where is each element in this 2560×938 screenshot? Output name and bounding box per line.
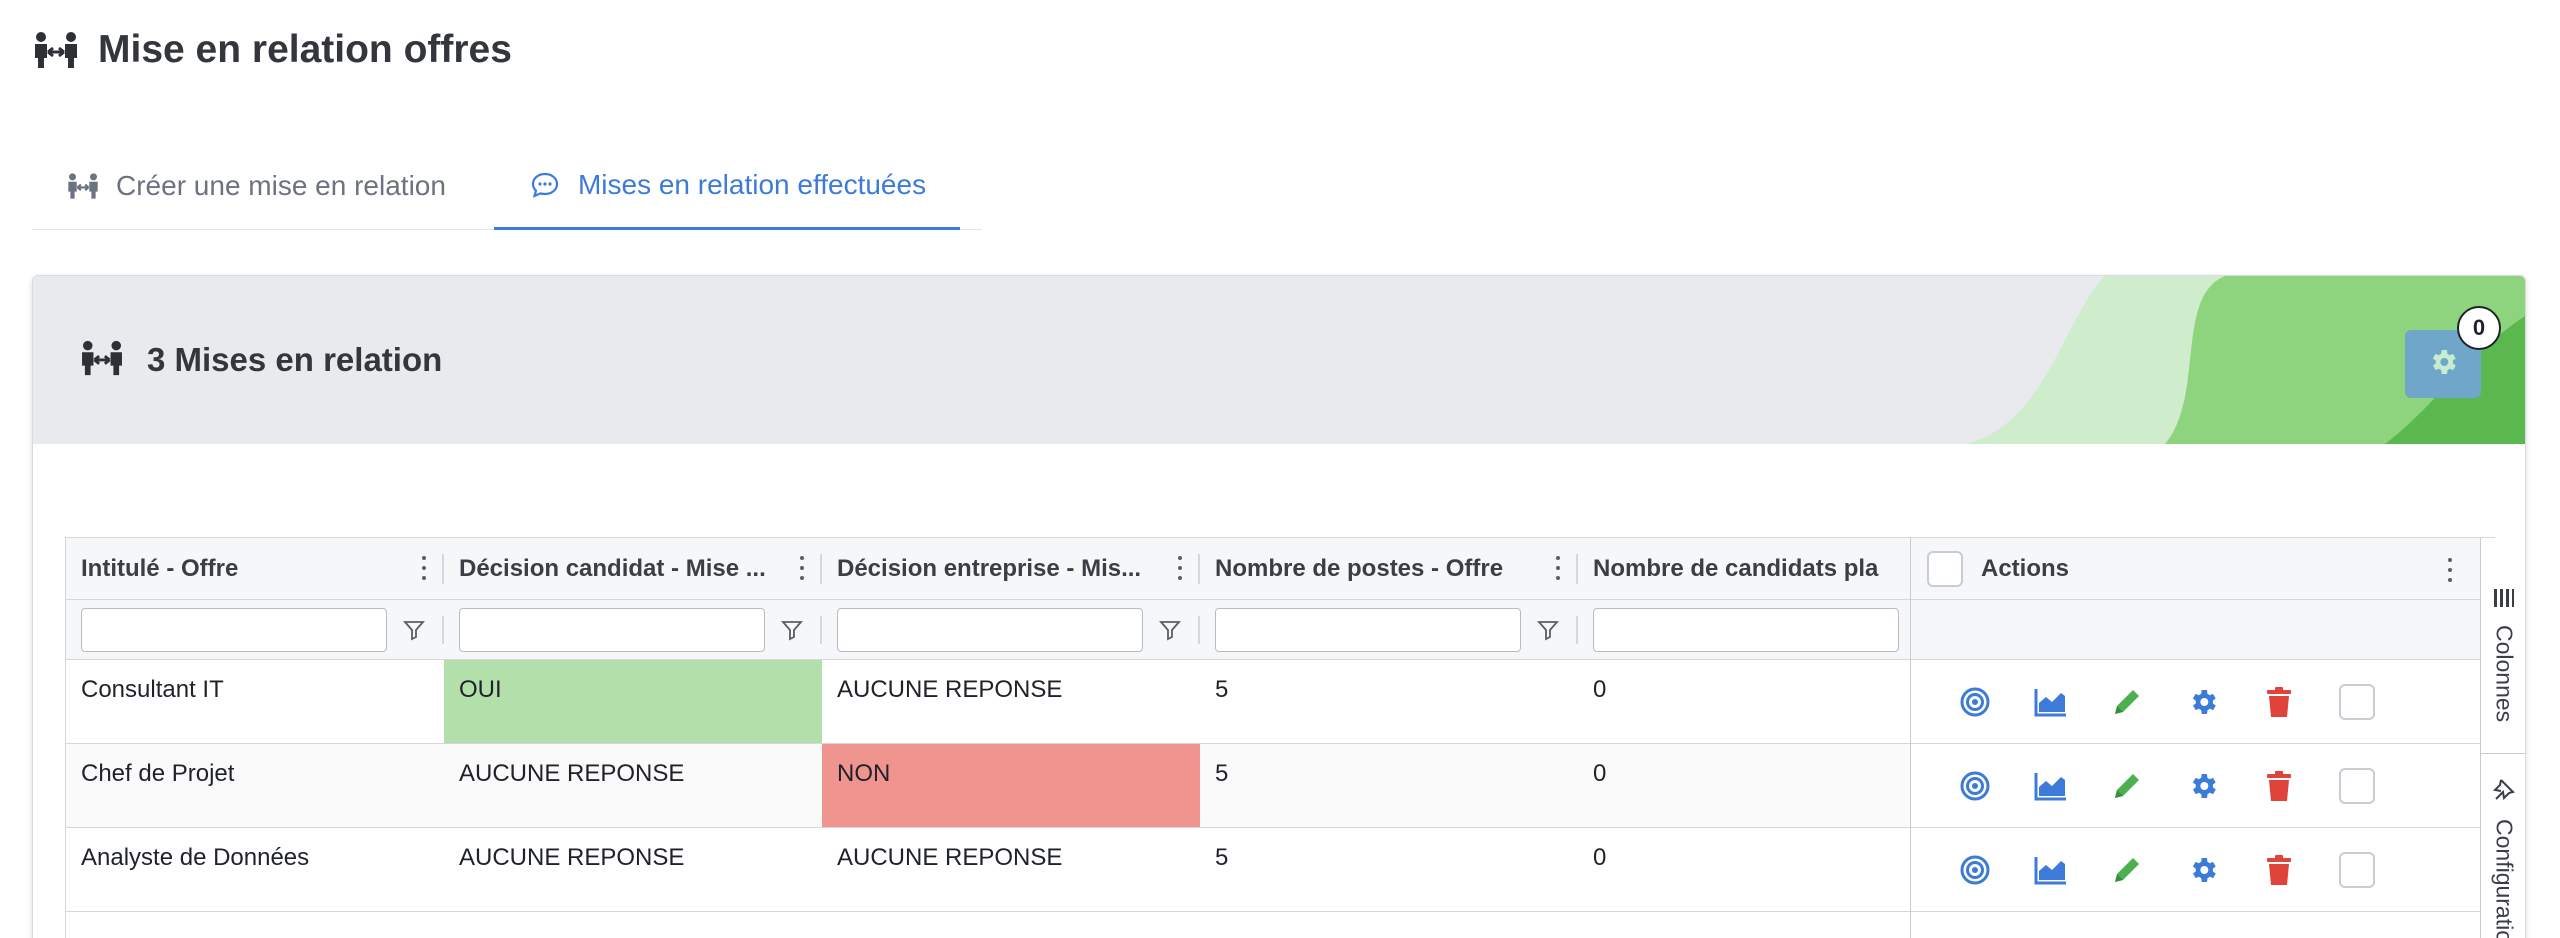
row-actions [1911,744,2480,828]
tab-relations-done[interactable]: Mises en relation effectuées [493,142,961,230]
filter-cell [444,600,822,659]
people-arrows-icon [32,28,80,72]
page-title: Mise en relation offres [98,28,512,71]
cell-candidates-placed: 0 [1593,844,1607,871]
gear-icon[interactable] [2185,768,2221,804]
tab-create-relation[interactable]: Créer une mise en relation [32,142,480,230]
tab-label: Créer une mise en relation [116,170,446,201]
select-all-checkbox[interactable] [1927,550,1963,587]
filter-input-candidate-decision[interactable] [459,607,765,652]
page-header: Mise en relation offres [32,24,512,76]
cell-company-decision: AUCUNE REPONSE [837,676,1063,703]
cell-offer-title: Chef de Projet [81,760,235,787]
column-menu-icon[interactable] [1554,556,1562,580]
filter-input-offer-title[interactable] [81,607,387,652]
filter-icon[interactable] [1158,618,1182,642]
column-header-candidates-placed[interactable]: Nombre de candidats pla [1578,538,1910,599]
cell-company-decision: AUCUNE REPONSE [837,844,1063,871]
table-row[interactable]: Analyste de Données AUCUNE REPONSE AUCUN… [66,828,1910,912]
trash-icon[interactable] [2261,768,2297,804]
columns-panel-label: Colonnes [2491,625,2518,723]
filter-input-company-decision[interactable] [837,607,1143,652]
cell-candidate-decision: AUCUNE REPONSE [459,760,685,787]
people-arrows-icon [66,171,100,201]
columns-icon [2493,588,2515,613]
column-label: Nombre de candidats pla [1593,554,1879,582]
cell-candidate-decision: OUI [444,660,822,743]
column-menu-icon[interactable] [1176,556,1184,580]
column-header-offer-title[interactable]: Intitulé - Offre [66,538,444,599]
pencil-icon[interactable] [2109,852,2145,888]
actions-filter-cell [1911,600,2480,660]
column-label: Décision entreprise - Mis... [837,554,1142,582]
tab-label: Mises en relation effectuées [577,168,927,200]
filter-cell [66,600,444,659]
grid-header-row: Intitulé - Offre Décision candidat - Mis… [66,538,1910,600]
cell-positions-count: 5 [1215,676,1229,703]
grid-side-panel: Colonnes Configuration [2480,538,2525,938]
trash-icon[interactable] [2261,684,2297,720]
filter-row [66,600,1910,660]
comment-dots-icon [528,170,562,200]
gear-icon[interactable] [2185,684,2221,720]
column-label: Décision candidat - Mise ... [459,554,766,582]
filter-cell [822,600,1200,659]
cell-company-decision: NON [822,744,1200,827]
trash-icon[interactable] [2261,852,2297,888]
row-actions [1911,660,2480,744]
column-header-positions-count[interactable]: Nombre de postes - Offre [1200,538,1578,599]
filter-icon[interactable] [780,618,804,642]
cell-candidates-placed: 0 [1593,760,1607,787]
table-row[interactable]: Consultant IT OUI AUCUNE REPONSE 5 0 [66,660,1910,744]
row-select-checkbox[interactable] [2339,767,2375,804]
filter-input-candidates-placed[interactable] [1593,607,1899,652]
relations-card: 3 Mises en relation 0 Intitulé - Offre D… [32,275,2526,938]
chart-area-icon[interactable] [2033,684,2069,720]
people-arrows-icon [79,339,125,382]
filter-input-positions-count[interactable] [1215,607,1521,652]
row-select-checkbox[interactable] [2339,683,2375,720]
column-header-candidate-decision[interactable]: Décision candidat - Mise ... [444,538,822,599]
chart-area-icon[interactable] [2033,768,2069,804]
column-label: Intitulé - Offre [81,554,239,582]
row-actions [1911,828,2480,912]
card-header: 3 Mises en relation 0 [33,276,2525,444]
columns-panel-button[interactable]: Colonnes [2481,588,2525,723]
relations-grid: Intitulé - Offre Décision candidat - Mis… [65,537,2525,938]
pencil-icon[interactable] [2109,684,2145,720]
configuration-panel-label: Configuration [2491,819,2518,938]
actions-pinned-column: Actions [1910,538,2480,938]
cell-positions-count: 5 [1215,844,1229,871]
filter-icon[interactable] [402,618,426,642]
target-icon[interactable] [1957,684,1993,720]
filter-cell [1200,600,1578,659]
settings-count-badge: 0 [2457,306,2501,350]
actions-header-label: Actions [1981,554,2070,582]
column-label: Nombre de postes - Offre [1215,554,1504,582]
cell-candidate-decision: AUCUNE REPONSE [459,844,685,871]
filter-icon[interactable] [1536,618,1560,642]
target-icon[interactable] [1957,768,1993,804]
cell-positions-count: 5 [1215,760,1229,787]
column-menu-icon[interactable] [2446,558,2454,582]
actions-header: Actions [1911,538,2480,600]
table-row[interactable]: Chef de Projet AUCUNE REPONSE NON 5 0 [66,744,1910,828]
row-select-checkbox[interactable] [2339,851,2375,888]
pin-icon [2492,778,2515,807]
configuration-panel-button[interactable]: Configuration [2481,778,2525,938]
column-menu-icon[interactable] [798,556,806,580]
cell-offer-title: Analyste de Données [81,844,310,871]
target-icon[interactable] [1957,852,1993,888]
gear-icon [2427,346,2459,383]
column-menu-icon[interactable] [420,556,428,580]
tab-bar: Créer une mise en relation Mises en rela… [32,142,982,230]
card-title: 3 Mises en relation [147,341,443,378]
pencil-icon[interactable] [2109,768,2145,804]
cell-offer-title: Consultant IT [81,676,224,703]
chart-area-icon[interactable] [2033,852,2069,888]
gear-icon[interactable] [2185,852,2221,888]
column-header-company-decision[interactable]: Décision entreprise - Mis... [822,538,1200,599]
cell-candidates-placed: 0 [1593,676,1607,703]
filter-cell [1578,600,1910,659]
